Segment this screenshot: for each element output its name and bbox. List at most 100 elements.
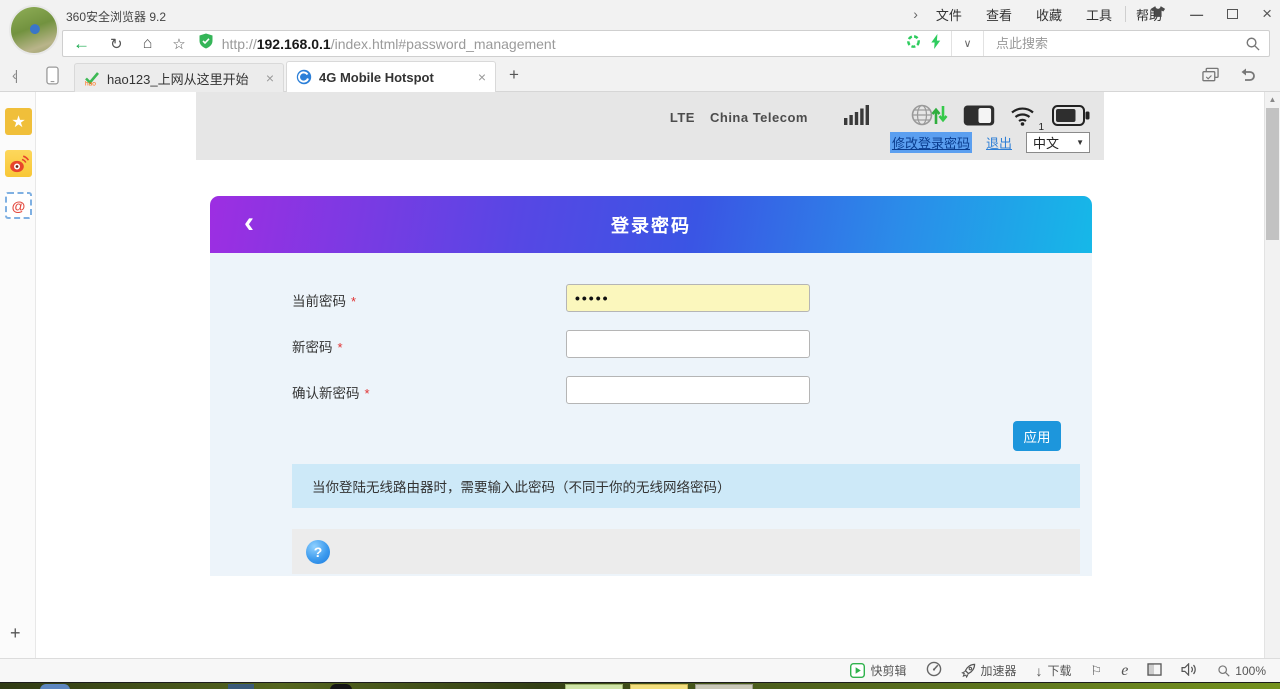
speed-gauge-icon[interactable] <box>926 661 942 680</box>
browser-window: 360安全浏览器 9.2 › 文件 查看 收藏 工具 帮助 — × ← ↻ ⌂ … <box>0 0 1280 689</box>
change-password-link[interactable]: 修改登录密码 <box>890 132 972 153</box>
language-value: 中文 <box>1027 133 1076 152</box>
adblock-ring-icon[interactable] <box>906 34 921 54</box>
reopen-closed-tab-icon[interactable] <box>1239 68 1256 87</box>
mobile-phone-icon[interactable] <box>46 66 59 90</box>
quick-clip-label: 快剪辑 <box>870 662 906 679</box>
tab-label: hao123_上网从这里开始 <box>107 69 260 88</box>
maximize-button[interactable] <box>1227 9 1238 19</box>
tab-label: 4G Mobile Hotspot <box>319 70 472 85</box>
close-window-button[interactable]: × <box>1262 4 1272 24</box>
search-input[interactable] <box>984 36 1184 51</box>
status-bar: 快剪辑 加速器 ↓ 下载 ⚐ e 100% <box>0 658 1280 682</box>
required-asterisk: * <box>365 386 370 401</box>
confirm-password-label: 确认新密码* <box>292 382 370 402</box>
accelerator-label: 加速器 <box>981 662 1017 679</box>
titlebar: 360安全浏览器 9.2 › 文件 查看 收藏 工具 帮助 — × <box>0 0 1280 28</box>
banner-back-button[interactable]: ‹ <box>244 204 254 242</box>
password-note: 当你登陆无线路由器时，需要输入此密码（不同于你的无线网络密码） <box>292 464 1080 508</box>
help-question-icon[interactable]: ? <box>306 540 330 564</box>
sidebar-add-button[interactable]: + <box>10 623 21 644</box>
taskbar-peek <box>0 682 1280 689</box>
flag-icon[interactable]: ⚐ <box>1091 663 1103 679</box>
download-tool[interactable]: ↓ 下载 <box>1036 662 1072 679</box>
signal-bars-icon <box>844 105 870 130</box>
language-select[interactable]: 中文 ▼ <box>1026 132 1090 153</box>
window-controls: — × <box>1125 0 1272 28</box>
collapse-sidebar-icon[interactable]: ‹| <box>12 67 16 83</box>
required-asterisk: * <box>351 294 356 309</box>
omnibox: ← ↻ ⌂ ☆ http://192.168.0.1/index.html#pa… <box>62 30 1270 57</box>
password-form: 当前密码* 新密码* 确认新密码* 应用 当你登陆无线路由器时，需要输入此密码（… <box>210 253 1092 576</box>
user-avatar[interactable] <box>11 7 57 53</box>
tab-list-icon[interactable] <box>1202 67 1219 88</box>
menu-more-icon[interactable]: › <box>913 6 918 22</box>
sidebar-mail-button[interactable]: @ <box>5 192 32 219</box>
speed-lightning-icon[interactable] <box>931 34 941 54</box>
url-text[interactable]: http://192.168.0.1/index.html#password_m… <box>222 36 906 52</box>
sidebar-weibo-button[interactable] <box>5 150 32 177</box>
url-path: /index.html#password_management <box>331 36 556 52</box>
new-tab-button[interactable]: + <box>502 65 526 85</box>
menu-favorites[interactable]: 收藏 <box>1036 5 1062 24</box>
hao123-favicon: hao <box>84 70 100 86</box>
search-box <box>983 31 1235 56</box>
menu-view[interactable]: 查看 <box>986 5 1012 24</box>
tab-close-icon[interactable]: × <box>266 70 274 86</box>
network-type-label: LTE <box>670 110 695 125</box>
at-mail-icon: @ <box>12 198 26 214</box>
quick-clip-tool[interactable]: 快剪辑 <box>850 662 906 679</box>
vertical-scrollbar[interactable]: ▲ <box>1264 92 1280 658</box>
divider <box>1125 6 1126 22</box>
refresh-button[interactable]: ↻ <box>110 35 123 53</box>
download-label: 下载 <box>1048 662 1072 679</box>
site-safety-shield-icon[interactable] <box>198 33 214 54</box>
current-password-input[interactable] <box>566 284 810 312</box>
tabs: hao hao123_上网从这里开始 × 4G Mobile Hotspot × <box>74 62 498 92</box>
scrollbar-thumb[interactable] <box>1266 108 1279 240</box>
star-icon: ★ <box>11 112 25 132</box>
svg-text:hao: hao <box>85 81 96 87</box>
tab-hotspot-active[interactable]: 4G Mobile Hotspot × <box>286 61 496 92</box>
device-status-band: LTE China Telecom 1 <box>196 92 1104 160</box>
download-icon: ↓ <box>1036 663 1043 679</box>
taskbar-item <box>40 684 70 689</box>
home-button[interactable]: ⌂ <box>143 35 153 53</box>
help-bar: ? <box>292 529 1080 574</box>
sidebar-favorites-button[interactable]: ★ <box>5 108 32 135</box>
status-icons-row: LTE China Telecom 1 <box>670 103 1090 132</box>
menu-file[interactable]: 文件 <box>936 5 962 24</box>
back-button[interactable]: ← <box>73 34 90 54</box>
taskbar-item <box>630 684 688 689</box>
search-submit[interactable] <box>1235 36 1269 51</box>
url-dropdown-button[interactable]: ∨ <box>951 31 983 56</box>
skin-shirt-icon[interactable] <box>1150 5 1166 23</box>
apply-button[interactable]: 应用 <box>1013 421 1061 451</box>
scroll-up-arrow[interactable]: ▲ <box>1265 95 1280 104</box>
operator-label: China Telecom <box>710 110 808 125</box>
confirm-password-input[interactable] <box>566 376 810 404</box>
speaker-icon[interactable] <box>1181 663 1198 679</box>
globe-traffic-icon <box>910 103 948 132</box>
taskbar-item <box>228 684 254 689</box>
tabbar-right-tools <box>1202 67 1256 88</box>
zoom-control[interactable]: 100% <box>1217 664 1266 678</box>
tab-hao123[interactable]: hao hao123_上网从这里开始 × <box>74 63 284 92</box>
browser-title: 360安全浏览器 9.2 <box>66 8 166 25</box>
minimize-button[interactable]: — <box>1190 7 1203 22</box>
taskbar-item <box>565 684 623 689</box>
logout-link[interactable]: 退出 <box>986 133 1012 152</box>
new-password-input[interactable] <box>566 330 810 358</box>
ie-compat-icon[interactable]: e <box>1121 662 1128 680</box>
required-asterisk: * <box>338 340 343 355</box>
card-title: 登录密码 <box>611 212 691 238</box>
bookmark-star-button[interactable]: ☆ <box>172 35 185 53</box>
current-password-label: 当前密码* <box>292 290 356 310</box>
tab-close-icon[interactable]: × <box>478 69 486 85</box>
zoom-level: 100% <box>1235 664 1266 678</box>
quick-clip-icon <box>850 663 865 678</box>
omnibox-extensions <box>906 34 951 54</box>
window-layout-icon[interactable] <box>1147 663 1162 679</box>
menu-tools[interactable]: 工具 <box>1086 5 1112 24</box>
accelerator-tool[interactable]: 加速器 <box>961 662 1017 679</box>
